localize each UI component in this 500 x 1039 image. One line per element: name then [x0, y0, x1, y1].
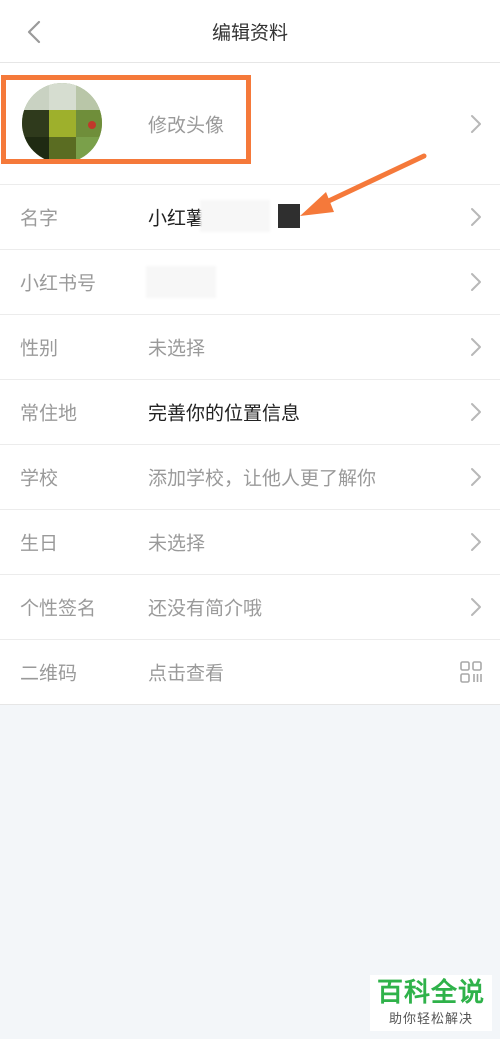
- row-label-gender: 性别: [20, 337, 59, 360]
- row-bio[interactable]: 个性签名 还没有简介哦: [0, 575, 500, 640]
- avatar[interactable]: [22, 83, 102, 163]
- chevron-right-icon: [471, 208, 481, 226]
- change-avatar-label: 修改头像: [148, 114, 225, 136]
- row-value-qrcode: 点击查看: [148, 662, 225, 685]
- row-location[interactable]: 常住地 完善你的位置信息: [0, 380, 500, 445]
- watermark-subtitle: 助你轻松解决: [388, 1012, 473, 1027]
- watermark-title: 百科全说: [376, 978, 485, 1008]
- row-qrcode[interactable]: 二维码 点击查看: [0, 640, 500, 705]
- row-label-qrcode: 二维码: [20, 662, 78, 685]
- row-label-location: 常住地: [20, 402, 78, 425]
- row-label-name: 名字: [20, 207, 59, 230]
- chevron-right-icon: [471, 114, 481, 133]
- row-gender[interactable]: 性别 未选择: [0, 315, 500, 380]
- chevron-right-icon: [471, 338, 481, 356]
- row-label-school: 学校: [20, 467, 59, 490]
- nav-bar: 编辑资料: [0, 0, 500, 63]
- page-title: 编辑资料: [211, 22, 288, 44]
- qr-code-icon: [460, 661, 482, 683]
- redaction-mark: [200, 200, 270, 232]
- redaction-mark: [146, 266, 216, 298]
- watermark-logo: 百科全说 助你轻松解决: [370, 975, 492, 1031]
- chevron-right-icon: [471, 468, 481, 486]
- row-value-gender: 未选择: [148, 337, 206, 360]
- redaction-mark: [278, 204, 300, 228]
- row-label-bio: 个性签名: [20, 597, 97, 620]
- avatar-row[interactable]: 修改头像: [0, 63, 500, 185]
- profile-settings-list: 修改头像 名字 小红薯 小红书号 性别 未选择 常住地 完善你的位置信息 学校: [0, 63, 500, 705]
- chevron-right-icon: [471, 533, 481, 551]
- row-xiaohongshu-id[interactable]: 小红书号: [0, 250, 500, 315]
- row-school[interactable]: 学校 添加学校，让他人更了解你: [0, 445, 500, 510]
- row-label-xiaohongshu-id: 小红书号: [20, 272, 97, 295]
- chevron-right-icon: [471, 598, 481, 616]
- row-birthday[interactable]: 生日 未选择: [0, 510, 500, 575]
- row-value-name: 小红薯: [148, 207, 206, 230]
- row-value-school: 添加学校，让他人更了解你: [148, 467, 377, 490]
- chevron-right-icon: [471, 403, 481, 421]
- row-value-birthday: 未选择: [148, 532, 206, 555]
- chevron-right-icon: [471, 273, 481, 291]
- row-value-location: 完善你的位置信息: [148, 402, 301, 425]
- row-label-birthday: 生日: [20, 532, 59, 555]
- row-value-bio: 还没有简介哦: [148, 597, 263, 620]
